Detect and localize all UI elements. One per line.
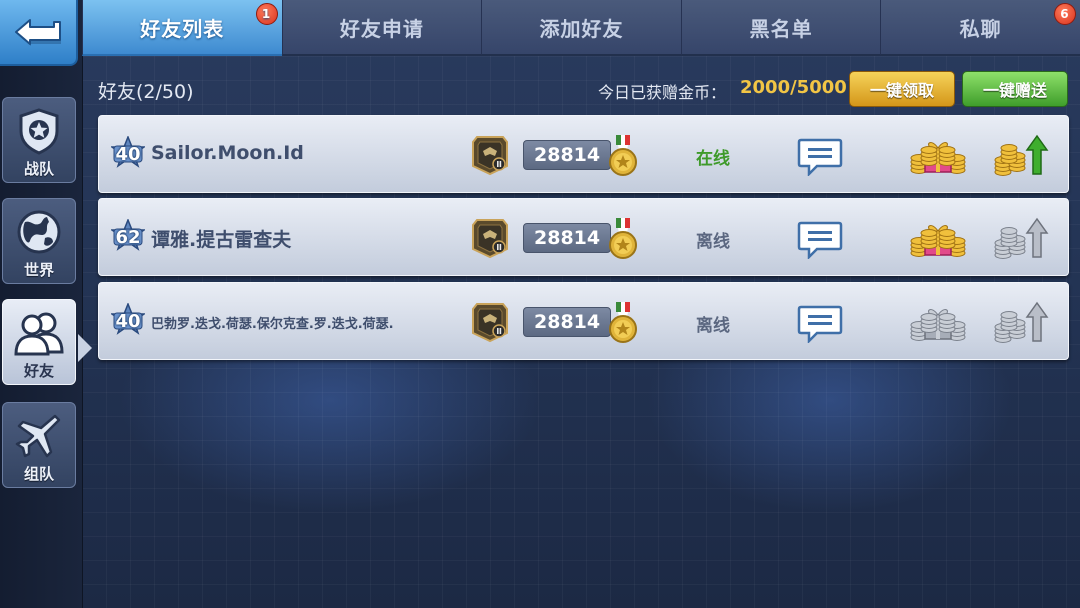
rank-emblem-icon: [471, 217, 509, 259]
send-coins-disabled-icon: [991, 299, 1049, 345]
friend-score: 28814: [523, 307, 611, 337]
tab-add-friend[interactable]: 添加好友: [481, 0, 681, 56]
sidebar-item-squad[interactable]: 组队: [2, 402, 76, 488]
tab-label: 好友列表: [140, 16, 225, 41]
active-sidebar-pointer: [78, 334, 92, 362]
back-arrow-icon: [15, 19, 61, 46]
sidebar-item-label: 好友: [23, 362, 54, 380]
receive-gift-icon[interactable]: [909, 132, 967, 178]
sidebar-item-friends[interactable]: 好友: [2, 299, 76, 385]
friend-score: 28814: [523, 223, 611, 253]
shield-star-icon: [14, 106, 64, 156]
chat-button[interactable]: [797, 136, 843, 178]
friend-name: 谭雅.提古雷查夫: [151, 229, 292, 251]
notification-badge: 1: [255, 3, 278, 25]
tab-private-chat[interactable]: 私聊 6: [880, 0, 1080, 56]
friend-score: 28814: [523, 140, 611, 170]
send-coins-disabled-icon: [991, 215, 1049, 261]
receive-gift-disabled-icon: [909, 299, 967, 345]
friend-count: 好友(2/50): [98, 81, 194, 103]
tab-label: 私聊: [959, 16, 1002, 41]
globe-icon: [14, 207, 64, 257]
sidebar: 战队 世界 好友 组队: [0, 0, 83, 608]
send-coins-icon[interactable]: [991, 132, 1049, 178]
medal-icon: [607, 301, 639, 345]
sidebar-item-team[interactable]: 战队: [2, 97, 76, 183]
chat-button[interactable]: [797, 303, 843, 345]
friend-name: Sailor.Moon.Id: [151, 142, 304, 164]
friend-row[interactable]: 40 Sailor.Moon.Id 28814 在线: [98, 115, 1069, 193]
tab-friend-list[interactable]: 好友列表 1: [82, 0, 282, 56]
sidebar-item-label: 战队: [23, 160, 54, 178]
level-value: 40: [115, 310, 141, 332]
online-status: 在线: [696, 149, 730, 169]
gold-received-value: 2000/5000: [740, 77, 847, 98]
friend-name: 巴勃罗.迭戈.荷瑟.保尔克查.罗.迭戈.荷瑟.: [151, 317, 394, 332]
rank-emblem-icon: [471, 301, 509, 343]
jet-plane-icon: [14, 411, 64, 461]
medal-icon: [607, 134, 639, 178]
send-all-button[interactable]: 一键赠送: [962, 71, 1068, 107]
level-value: 40: [115, 143, 141, 165]
friends-icon: [14, 308, 64, 358]
level-badge: 40: [111, 303, 145, 339]
sidebar-item-label: 世界: [23, 261, 54, 279]
notification-badge: 6: [1053, 3, 1076, 25]
online-status: 离线: [696, 232, 730, 252]
chat-button[interactable]: [797, 219, 843, 261]
friend-row[interactable]: 62 谭雅.提古雷查夫 28814 离线: [98, 198, 1069, 276]
tab-label: 添加好友: [539, 16, 624, 41]
receive-gift-icon[interactable]: [909, 215, 967, 261]
sidebar-item-world[interactable]: 世界: [2, 198, 76, 284]
level-badge: 40: [111, 136, 145, 172]
tab-friend-requests[interactable]: 好友申请: [281, 0, 482, 56]
back-button[interactable]: [0, 0, 78, 66]
rank-emblem-icon: [471, 134, 509, 176]
sidebar-item-label: 组队: [23, 465, 54, 483]
tab-bar: 好友列表 1 好友申请 添加好友 黑名单 私聊 6: [82, 0, 1080, 56]
online-status: 离线: [696, 316, 730, 336]
tab-blacklist[interactable]: 黑名单: [680, 0, 881, 56]
tab-label: 黑名单: [749, 16, 813, 41]
gold-received-label: 今日已获赠金币：: [598, 83, 727, 102]
tab-label: 好友申请: [339, 16, 424, 41]
level-value: 62: [115, 226, 141, 248]
friend-row[interactable]: 40 巴勃罗.迭戈.荷瑟.保尔克查.罗.迭戈.荷瑟. 28814 离线: [98, 282, 1069, 360]
medal-icon: [607, 217, 639, 261]
claim-all-button[interactable]: 一键领取: [849, 71, 955, 107]
level-badge: 62: [111, 219, 145, 255]
